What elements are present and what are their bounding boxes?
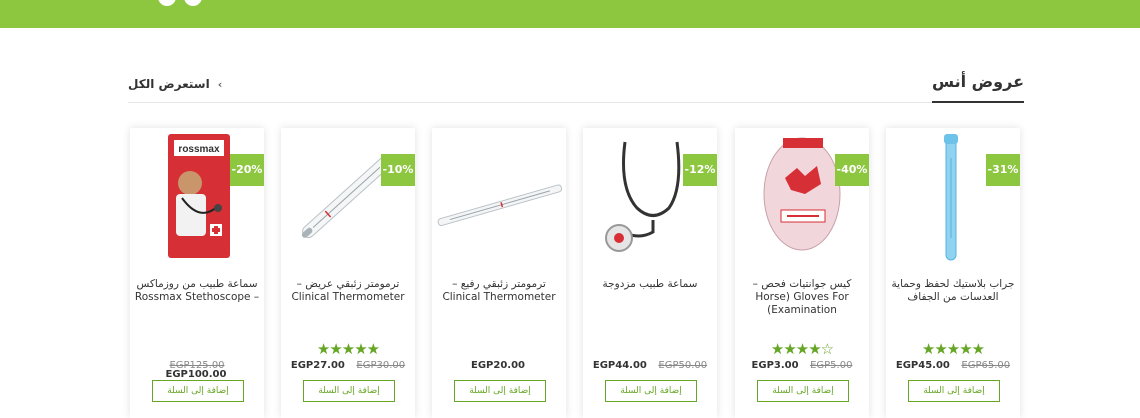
product-title[interactable]: جراب بلاستيك لحفظ وحماية العدسات من الجف…	[890, 278, 1016, 304]
add-to-cart-button[interactable]: إضافة إلى السلة	[908, 380, 1000, 402]
add-to-cart-button[interactable]: إضافة إلى السلة	[303, 380, 395, 402]
product-title[interactable]: ترمومتر زئبقي رفيع – Clinical Thermomete…	[436, 278, 562, 304]
product-card[interactable]: rossmax -20% سماعة طبيب من روزماكس – Ros…	[130, 128, 264, 418]
product-image[interactable]	[432, 128, 566, 264]
stethoscope-image	[605, 141, 681, 252]
product-price: EGP45.00 EGP65.00	[886, 360, 1020, 371]
old-price: EGP30.00	[356, 360, 406, 371]
rating-stars: ★★★★★	[921, 340, 985, 358]
top-banner	[0, 0, 1140, 28]
lens-case-image	[944, 134, 958, 261]
discount-badge: -40%	[835, 154, 869, 186]
product-image[interactable]	[583, 128, 717, 264]
current-price: EGP20.00	[471, 360, 525, 371]
add-to-cart-button[interactable]: إضافة إلى السلة	[605, 380, 697, 402]
discount-badge: -20%	[230, 154, 264, 186]
brand-logo-text: rossmax	[178, 144, 220, 155]
current-price: EGP44.00	[592, 360, 647, 371]
rating-stars: ★★★★☆	[770, 340, 834, 358]
add-to-cart-button[interactable]: إضافة إلى السلة	[454, 380, 546, 402]
discount-badge: -12%	[683, 154, 717, 186]
rossmax-box-image: rossmax	[168, 134, 230, 258]
product-title[interactable]: ترمومتر زئبقي عريض – Clinical Thermomete…	[285, 278, 411, 304]
product-card[interactable]: ترمومتر زئبقي رفيع – Clinical Thermomete…	[432, 128, 566, 418]
product-card[interactable]: -12% سماعة طبيب مزدوجة EGP44.00 EGP50.00…	[583, 128, 717, 418]
add-to-cart-button[interactable]: إضافة إلى السلة	[757, 380, 849, 402]
product-title[interactable]: سماعة طبيب مزدوجة	[587, 278, 713, 291]
product-image[interactable]	[735, 128, 869, 264]
product-carousel: rossmax -20% سماعة طبيب من روزماكس – Ros…	[130, 128, 1022, 418]
banner-decoration	[158, 0, 210, 10]
section-header: › استعرض الكل عروض أنس	[128, 66, 1024, 103]
product-card[interactable]: -31% جراب بلاستيك لحفظ وحماية العدسات من…	[886, 128, 1020, 418]
product-card[interactable]: -10% ترمومتر زئبقي عريض – Clinical Therm…	[281, 128, 415, 418]
old-price: EGP5.00	[810, 360, 853, 371]
product-title[interactable]: سماعة طبيب من روزماكس – Rossmax Stethosc…	[134, 278, 260, 304]
discount-badge: -31%	[986, 154, 1020, 186]
product-image[interactable]: rossmax	[130, 128, 264, 264]
wide-thermometer-image	[301, 154, 394, 238]
product-image[interactable]	[886, 128, 1020, 264]
product-price: EGP27.00 EGP30.00	[281, 360, 415, 371]
thin-thermometer-image	[437, 184, 563, 227]
view-all-label: استعرض الكل	[128, 77, 210, 91]
old-price: EGP65.00	[961, 360, 1011, 371]
view-all-link[interactable]: › استعرض الكل	[128, 77, 222, 91]
current-price: EGP27.00	[290, 360, 345, 371]
add-to-cart-button[interactable]: إضافة إلى السلة	[152, 380, 244, 402]
section-title: عروض أنس	[931, 72, 1024, 103]
chevron-right-icon: ›	[217, 78, 223, 91]
product-title[interactable]: كيس جوانتيات فحص – Horse) Gloves For (Ex…	[739, 278, 865, 317]
rating-stars: ★★★★★	[316, 340, 380, 358]
product-price: EGP44.00 EGP50.00	[583, 360, 717, 371]
old-price: EGP50.00	[658, 360, 708, 371]
product-price: EGP3.00 EGP5.00	[735, 360, 869, 371]
product-card[interactable]: -40% كيس جوانتيات فحص – Horse) Gloves Fo…	[735, 128, 869, 418]
product-price: EGP20.00	[432, 360, 566, 371]
product-price: EGP125.00 EGP100.00	[130, 360, 264, 380]
current-price: EGP45.00	[895, 360, 950, 371]
current-price: EGP3.00	[751, 360, 799, 371]
current-price: EGP100.00	[165, 369, 227, 380]
product-image[interactable]	[281, 128, 415, 264]
discount-badge: -10%	[381, 154, 415, 186]
gloves-bag-image	[763, 137, 841, 251]
